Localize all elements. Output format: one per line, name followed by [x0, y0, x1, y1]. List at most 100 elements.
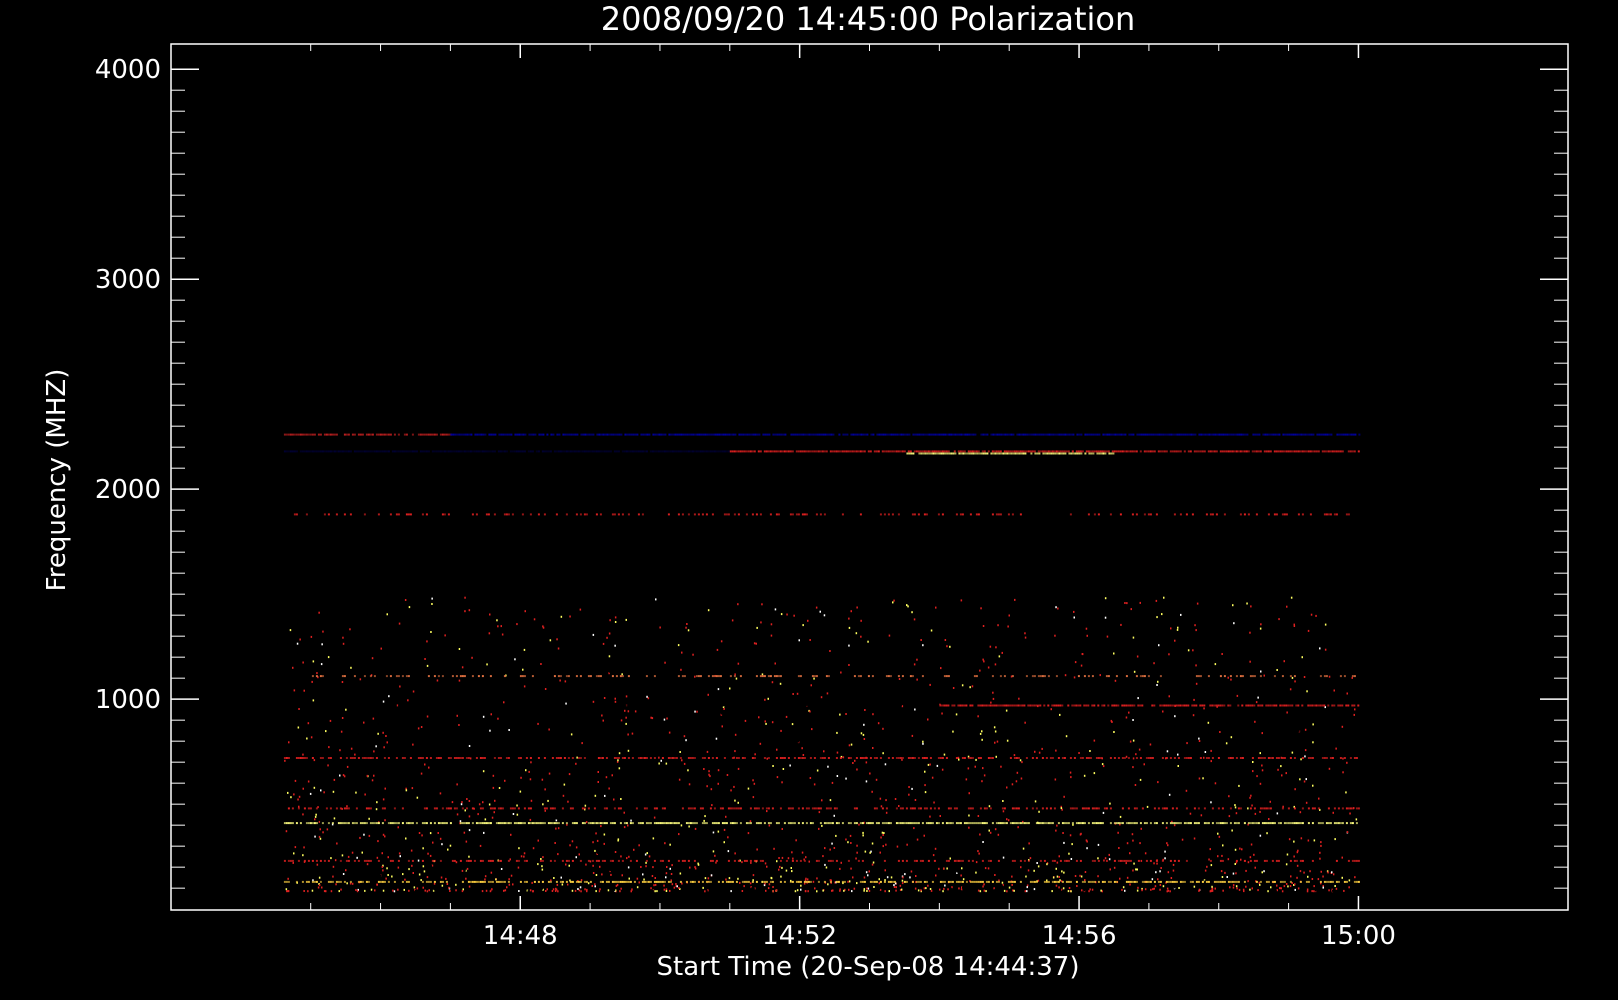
noise-pixel [529, 858, 531, 861]
noise-pixel [582, 770, 584, 773]
band-pixel [1039, 859, 1042, 862]
band-pixel [1355, 807, 1358, 810]
band-pixel [1101, 704, 1104, 707]
band-pixel [1095, 757, 1098, 759]
band-pixel [671, 704, 674, 707]
band-pixel [1189, 880, 1192, 883]
band-pixel [1329, 757, 1332, 759]
band-pixel [683, 859, 686, 862]
band-pixel [941, 513, 944, 516]
band-pixel [449, 807, 452, 810]
noise-pixel [366, 845, 369, 848]
band-pixel [399, 704, 402, 707]
noise-pixel [847, 725, 850, 728]
band-pixel [1351, 822, 1354, 825]
noise-pixel [597, 781, 599, 783]
band-pixel [445, 807, 448, 810]
band-pixel [1243, 859, 1246, 862]
band-pixel [307, 859, 310, 862]
band-pixel [911, 807, 914, 810]
band-pixel [409, 513, 412, 516]
noise-pixel [655, 598, 657, 601]
noise-pixel [645, 865, 647, 868]
band-pixel [965, 880, 968, 883]
noise-pixel [488, 856, 490, 859]
band-pixel [1301, 859, 1304, 862]
band-pixel [411, 450, 414, 453]
band-pixel [1161, 807, 1164, 810]
band-pixel [691, 822, 694, 825]
noise-pixel [1052, 876, 1055, 879]
noise-pixel [1203, 756, 1205, 759]
noise-pixel [391, 875, 393, 878]
noise-pixel [741, 890, 744, 892]
band-pixel [1017, 704, 1020, 707]
noise-pixel [504, 779, 506, 782]
band-pixel [283, 880, 286, 883]
band-pixel [829, 859, 832, 862]
noise-pixel [624, 660, 626, 663]
noise-pixel [1252, 770, 1254, 773]
noise-pixel [751, 886, 753, 889]
noise-pixel [977, 815, 980, 817]
noise-pixel [907, 605, 909, 608]
noise-pixel [761, 850, 763, 853]
band-pixel [1231, 757, 1234, 759]
noise-pixel [697, 883, 699, 886]
band-pixel [1153, 822, 1156, 825]
band-pixel [655, 822, 658, 825]
noise-pixel [346, 882, 348, 885]
noise-pixel [301, 874, 304, 877]
band-pixel [849, 704, 852, 707]
band-pixel [897, 513, 900, 516]
noise-pixel [608, 787, 610, 790]
band-pixel [363, 675, 366, 678]
noise-pixel [541, 778, 544, 781]
band-pixel [555, 822, 558, 825]
noise-pixel [826, 853, 829, 856]
band-pixel [869, 822, 872, 825]
noise-pixel [895, 889, 897, 892]
band-pixel [859, 822, 862, 825]
band-pixel [691, 450, 694, 453]
noise-pixel [983, 660, 985, 663]
noise-pixel [687, 769, 689, 772]
noise-pixel [765, 887, 768, 889]
noise-pixel [471, 835, 474, 838]
noise-pixel [833, 847, 836, 849]
band-pixel [389, 513, 392, 516]
band-pixel [749, 704, 752, 707]
noise-pixel [1104, 857, 1107, 860]
noise-pixel [899, 884, 902, 887]
band-pixel [813, 450, 816, 453]
band-pixel [903, 822, 906, 825]
noise-pixel [1210, 629, 1213, 632]
noise-pixel [1275, 843, 1277, 846]
band-pixel [737, 450, 740, 453]
band-pixel [1093, 859, 1096, 862]
noise-pixel [428, 889, 430, 892]
band-pixel [1007, 450, 1010, 453]
noise-pixel [561, 853, 564, 856]
band-pixel [1293, 675, 1296, 678]
band-pixel [397, 450, 400, 453]
noise-pixel [548, 838, 550, 841]
noise-pixel [1086, 847, 1088, 850]
noise-pixel [829, 799, 832, 802]
band-pixel [423, 822, 426, 825]
noise-pixel [994, 663, 997, 666]
noise-pixel [1092, 610, 1095, 612]
band-pixel [873, 807, 876, 810]
noise-pixel [603, 833, 606, 836]
band-pixel [911, 880, 914, 883]
noise-pixel [299, 805, 301, 807]
noise-pixel [1016, 771, 1019, 774]
band-pixel [639, 450, 642, 453]
band-pixel [471, 880, 474, 883]
band-pixel [357, 450, 360, 453]
noise-pixel [417, 727, 420, 730]
noise-pixel [1249, 856, 1252, 859]
band-pixel [1053, 859, 1056, 862]
band-pixel [1183, 880, 1186, 883]
noise-pixel [556, 883, 559, 886]
